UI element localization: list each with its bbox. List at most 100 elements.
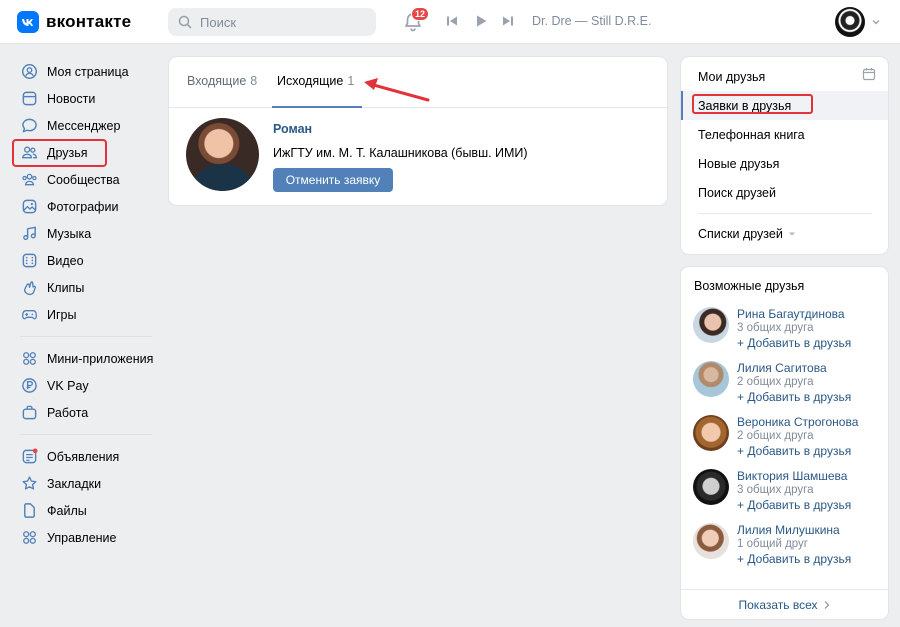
nav-phone-book[interactable]: Телефонная книга bbox=[681, 120, 888, 149]
cancel-request-button[interactable]: Отменить заявку bbox=[273, 168, 393, 192]
avatar[interactable] bbox=[693, 307, 729, 343]
search-icon bbox=[178, 15, 192, 29]
chevron-down-icon[interactable] bbox=[871, 17, 881, 27]
request-row: Роман ИжГТУ им. М. Т. Калашникова (бывш.… bbox=[169, 108, 667, 204]
list-item: Вероника Строгонова 2 общих друга + Доба… bbox=[693, 415, 883, 467]
sidebar-item-my-page[interactable]: Моя страница bbox=[14, 58, 156, 85]
previous-track-icon[interactable] bbox=[445, 14, 459, 28]
sidebar-item-jobs[interactable]: Работа bbox=[14, 399, 156, 426]
sidebar-item-communities[interactable]: Сообщества bbox=[14, 166, 156, 193]
mutual-friends[interactable]: 1 общий друг bbox=[737, 538, 808, 550]
annotation-arrow bbox=[364, 78, 430, 102]
person-name[interactable]: Виктория Шамшева bbox=[737, 469, 847, 483]
list-item: Виктория Шамшева 3 общих друга + Добавит… bbox=[693, 469, 883, 521]
sidebar-divider bbox=[20, 434, 152, 435]
video-icon bbox=[20, 252, 38, 270]
sidebar-item-vk-pay[interactable]: VK Pay bbox=[14, 372, 156, 399]
tab-outgoing[interactable]: Исходящие 1 bbox=[277, 74, 354, 88]
sidebar-item-clips[interactable]: Клипы bbox=[14, 274, 156, 301]
sidebar-item-mini-apps[interactable]: Мини-приложения bbox=[14, 345, 156, 372]
sidebar-item-label: Объявления bbox=[47, 449, 120, 464]
sidebar-item-messenger[interactable]: Мессенджер bbox=[14, 112, 156, 139]
show-all-label: Показать всех bbox=[738, 597, 818, 612]
next-track-icon[interactable] bbox=[501, 14, 515, 28]
friend-lists-dropdown[interactable]: Списки друзей bbox=[698, 227, 796, 241]
show-all-button[interactable]: Показать всех bbox=[681, 589, 888, 619]
gamepad-icon bbox=[20, 306, 38, 324]
add-friend-button[interactable]: + Добавить в друзья bbox=[737, 444, 851, 458]
add-friend-label: Добавить в друзья bbox=[747, 390, 852, 404]
user-circle-icon bbox=[20, 63, 38, 81]
list-item: Рина Багаутдинова 3 общих друга + Добави… bbox=[693, 307, 883, 359]
vk-logo-icon bbox=[17, 11, 39, 33]
star-icon bbox=[20, 475, 38, 493]
list-item: Лилия Милушкина 1 общий друг + Добавить … bbox=[693, 523, 883, 575]
message-icon bbox=[20, 117, 38, 135]
avatar[interactable] bbox=[693, 415, 729, 451]
sidebar-item-bookmarks[interactable]: Закладки bbox=[14, 470, 156, 497]
groups-icon bbox=[20, 171, 38, 189]
person-name[interactable]: Рина Багаутдинова bbox=[737, 307, 845, 321]
mutual-friends[interactable]: 2 общих друга bbox=[737, 430, 813, 442]
sidebar-item-label: VK Pay bbox=[47, 378, 89, 393]
manage-icon bbox=[20, 529, 38, 547]
file-icon bbox=[20, 502, 38, 520]
avatar[interactable] bbox=[693, 469, 729, 505]
user-avatar[interactable] bbox=[835, 7, 865, 37]
possible-friends-title: Возможные друзья bbox=[694, 279, 805, 293]
track-title[interactable]: Dr. Dre — Still D.R.E. bbox=[532, 14, 651, 28]
left-sidebar: Моя страница Новости Мессенджер Друзья С… bbox=[14, 58, 156, 551]
sidebar-item-label: Клипы bbox=[47, 280, 85, 295]
add-friend-button[interactable]: + Добавить в друзья bbox=[737, 336, 851, 350]
apps-icon bbox=[20, 350, 38, 368]
add-friend-button[interactable]: + Добавить в друзья bbox=[737, 552, 851, 566]
person-name[interactable]: Вероника Строгонова bbox=[737, 415, 858, 429]
tab-count: 1 bbox=[347, 74, 355, 88]
add-friend-label: Добавить в друзья bbox=[747, 498, 852, 512]
calendar-icon[interactable] bbox=[862, 67, 876, 81]
person-name[interactable]: Лилия Милушкина bbox=[737, 523, 840, 537]
music-icon bbox=[20, 225, 38, 243]
play-icon[interactable] bbox=[474, 14, 488, 28]
sidebar-item-label: Мессенджер bbox=[47, 118, 121, 133]
mutual-friends[interactable]: 3 общих друга bbox=[737, 484, 813, 496]
top-bar: вконтакте Поиск 12 Dr. Dre — Still D.R.E… bbox=[0, 0, 900, 44]
mutual-friends[interactable]: 2 общих друга bbox=[737, 376, 813, 388]
sidebar-item-games[interactable]: Игры bbox=[14, 301, 156, 328]
friend-lists-label: Списки друзей bbox=[698, 227, 783, 241]
sidebar-item-ads[interactable]: Объявления bbox=[14, 443, 156, 470]
sidebar-item-files[interactable]: Файлы bbox=[14, 497, 156, 524]
avatar[interactable] bbox=[693, 361, 729, 397]
add-friend-button[interactable]: + Добавить в друзья bbox=[737, 498, 851, 512]
sidebar-item-label: Моя страница bbox=[47, 64, 129, 79]
sidebar-item-label: Работа bbox=[47, 405, 89, 420]
news-icon bbox=[20, 90, 38, 108]
search-input[interactable]: Поиск bbox=[168, 8, 376, 36]
sidebar-item-label: Игры bbox=[47, 307, 77, 322]
sidebar-item-label: Музыка bbox=[47, 226, 92, 241]
sidebar-item-music[interactable]: Музыка bbox=[14, 220, 156, 247]
nav-new-friends[interactable]: Новые друзья bbox=[681, 149, 888, 178]
sidebar-item-label: Файлы bbox=[47, 503, 87, 518]
possible-friends-card: Возможные друзья Рина Багаутдинова 3 общ… bbox=[681, 267, 888, 619]
tab-incoming[interactable]: Входящие 8 bbox=[187, 74, 257, 88]
mutual-friends[interactable]: 3 общих друга bbox=[737, 322, 813, 334]
vk-logo[interactable]: вконтакте bbox=[17, 11, 131, 33]
avatar[interactable] bbox=[693, 523, 729, 559]
sidebar-item-video[interactable]: Видео bbox=[14, 247, 156, 274]
sidebar-item-management[interactable]: Управление bbox=[14, 524, 156, 551]
person-name[interactable]: Лилия Сагитова bbox=[737, 361, 827, 375]
friend-avatar[interactable] bbox=[186, 118, 259, 191]
notification-badge: 12 bbox=[411, 7, 430, 21]
add-friend-button[interactable]: + Добавить в друзья bbox=[737, 390, 851, 404]
tab-label: Исходящие bbox=[277, 74, 344, 88]
nav-my-friends[interactable]: Мои друзья bbox=[681, 62, 888, 91]
friend-name[interactable]: Роман bbox=[273, 122, 312, 136]
sidebar-item-label: Фотографии bbox=[47, 199, 119, 214]
sidebar-item-photos[interactable]: Фотографии bbox=[14, 193, 156, 220]
ads-icon bbox=[20, 448, 38, 466]
sidebar-item-news[interactable]: Новости bbox=[14, 85, 156, 112]
search-placeholder: Поиск bbox=[200, 14, 237, 30]
briefcase-icon bbox=[20, 404, 38, 422]
nav-find-friends[interactable]: Поиск друзей bbox=[681, 178, 888, 207]
